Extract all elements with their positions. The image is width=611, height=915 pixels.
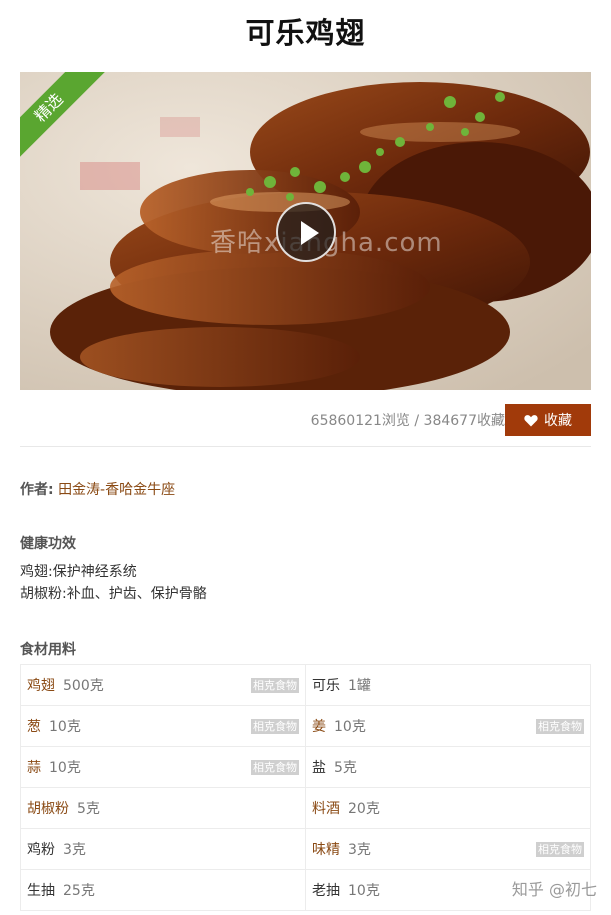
ingredient-amount: 10克 <box>49 760 81 776</box>
ingredient-cell: 可乐 1罐 <box>305 664 591 706</box>
ingredient-cell: 蒜 10克 相克食物 <box>20 746 306 788</box>
divider <box>20 446 591 447</box>
ingredient-amount: 5克 <box>334 760 357 776</box>
ingredient-cell: 味精 3克 相克食物 <box>305 828 591 870</box>
ingredient-name[interactable]: 鸡翅 <box>27 678 55 694</box>
ingredient-row: 蒜 10克 相克食物盐 5克 <box>20 746 591 788</box>
play-icon[interactable] <box>276 202 336 262</box>
ingredient-name: 鸡粉 <box>27 842 55 858</box>
ingredient-amount: 3克 <box>348 842 371 858</box>
ingredient-row: 葱 10克 相克食物姜 10克 相克食物 <box>20 705 591 747</box>
favorite-label: 收藏 <box>544 412 572 428</box>
ingredient-cell: 姜 10克 相克食物 <box>305 705 591 747</box>
ingredient-name[interactable]: 胡椒粉 <box>27 801 69 817</box>
ingredient-name[interactable]: 料酒 <box>312 801 340 817</box>
ingredient-name[interactable]: 味精 <box>312 842 340 858</box>
ingredient-row: 鸡粉 3克 味精 3克 相克食物 <box>20 828 591 870</box>
author-row: 作者: 田金涛-香哈金牛座 <box>20 479 175 499</box>
ingredient-name[interactable]: 葱 <box>27 719 41 735</box>
favorite-button[interactable]: 收藏 <box>505 404 591 436</box>
incompatible-food-tag[interactable]: 相克食物 <box>251 678 299 693</box>
author-label: 作者: <box>20 482 54 498</box>
ingredient-amount: 10克 <box>49 719 81 735</box>
incompatible-food-tag[interactable]: 相克食物 <box>536 842 584 857</box>
ingredient-amount: 5克 <box>77 801 100 817</box>
incompatible-food-tag[interactable]: 相克食物 <box>251 760 299 775</box>
incompatible-food-tag[interactable]: 相克食物 <box>536 719 584 734</box>
heart-icon <box>524 414 538 426</box>
ingredient-name[interactable]: 蒜 <box>27 760 41 776</box>
ingredient-cell: 盐 5克 <box>305 746 591 788</box>
ingredient-amount: 1罐 <box>348 678 371 694</box>
ingredient-amount: 10克 <box>348 883 380 899</box>
ingredient-cell: 鸡翅 500克 相克食物 <box>20 664 306 706</box>
ingredient-row: 生抽 25克 老抽 10克 <box>20 869 591 911</box>
ingredient-cell: 生抽 25克 <box>20 869 306 911</box>
ingredient-amount: 500克 <box>63 678 104 694</box>
ingredient-name[interactable]: 姜 <box>312 719 326 735</box>
ingredient-cell: 料酒 20克 <box>305 787 591 829</box>
ingredient-cell: 鸡粉 3克 <box>20 828 306 870</box>
incompatible-food-tag[interactable]: 相克食物 <box>251 719 299 734</box>
ingredient-name: 盐 <box>312 760 326 776</box>
ingredient-amount: 10克 <box>334 719 366 735</box>
recipe-video[interactable]: 精选 香哈xiangha.com <box>20 72 591 390</box>
ingredient-name: 可乐 <box>312 678 340 694</box>
ingredients-title: 食材用料 <box>20 642 76 658</box>
ingredient-amount: 25克 <box>63 883 95 899</box>
ingredient-name: 生抽 <box>27 883 55 899</box>
ingredient-amount: 3克 <box>63 842 86 858</box>
ingredient-name: 老抽 <box>312 883 340 899</box>
author-name-link[interactable]: 田金涛-香哈金牛座 <box>58 482 175 498</box>
ingredient-amount: 20克 <box>348 801 380 817</box>
ingredients-table: 鸡翅 500克 相克食物 可乐 1罐葱 10克 相克食物姜 10克 相克食物蒜 10克 相克食物盐 5… <box>20 664 591 911</box>
ingredient-cell: 葱 10克 相克食物 <box>20 705 306 747</box>
health-line: 鸡翅:保护神经系统 <box>20 564 137 580</box>
health-title: 健康功效 <box>20 536 76 552</box>
ingredient-cell: 胡椒粉 5克 <box>20 787 306 829</box>
ingredient-row: 胡椒粉 5克 料酒 20克 <box>20 787 591 829</box>
footer-watermark: 知乎 @初七 <box>511 880 597 899</box>
ingredient-row: 鸡翅 500克 相克食物 可乐 1罐 <box>20 664 591 706</box>
health-line: 胡椒粉:补血、护齿、保护骨骼 <box>20 586 207 602</box>
view-favorite-stats: 65860121浏览 / 384677收藏 <box>310 413 505 429</box>
page-title: 可乐鸡翅 <box>245 16 366 50</box>
